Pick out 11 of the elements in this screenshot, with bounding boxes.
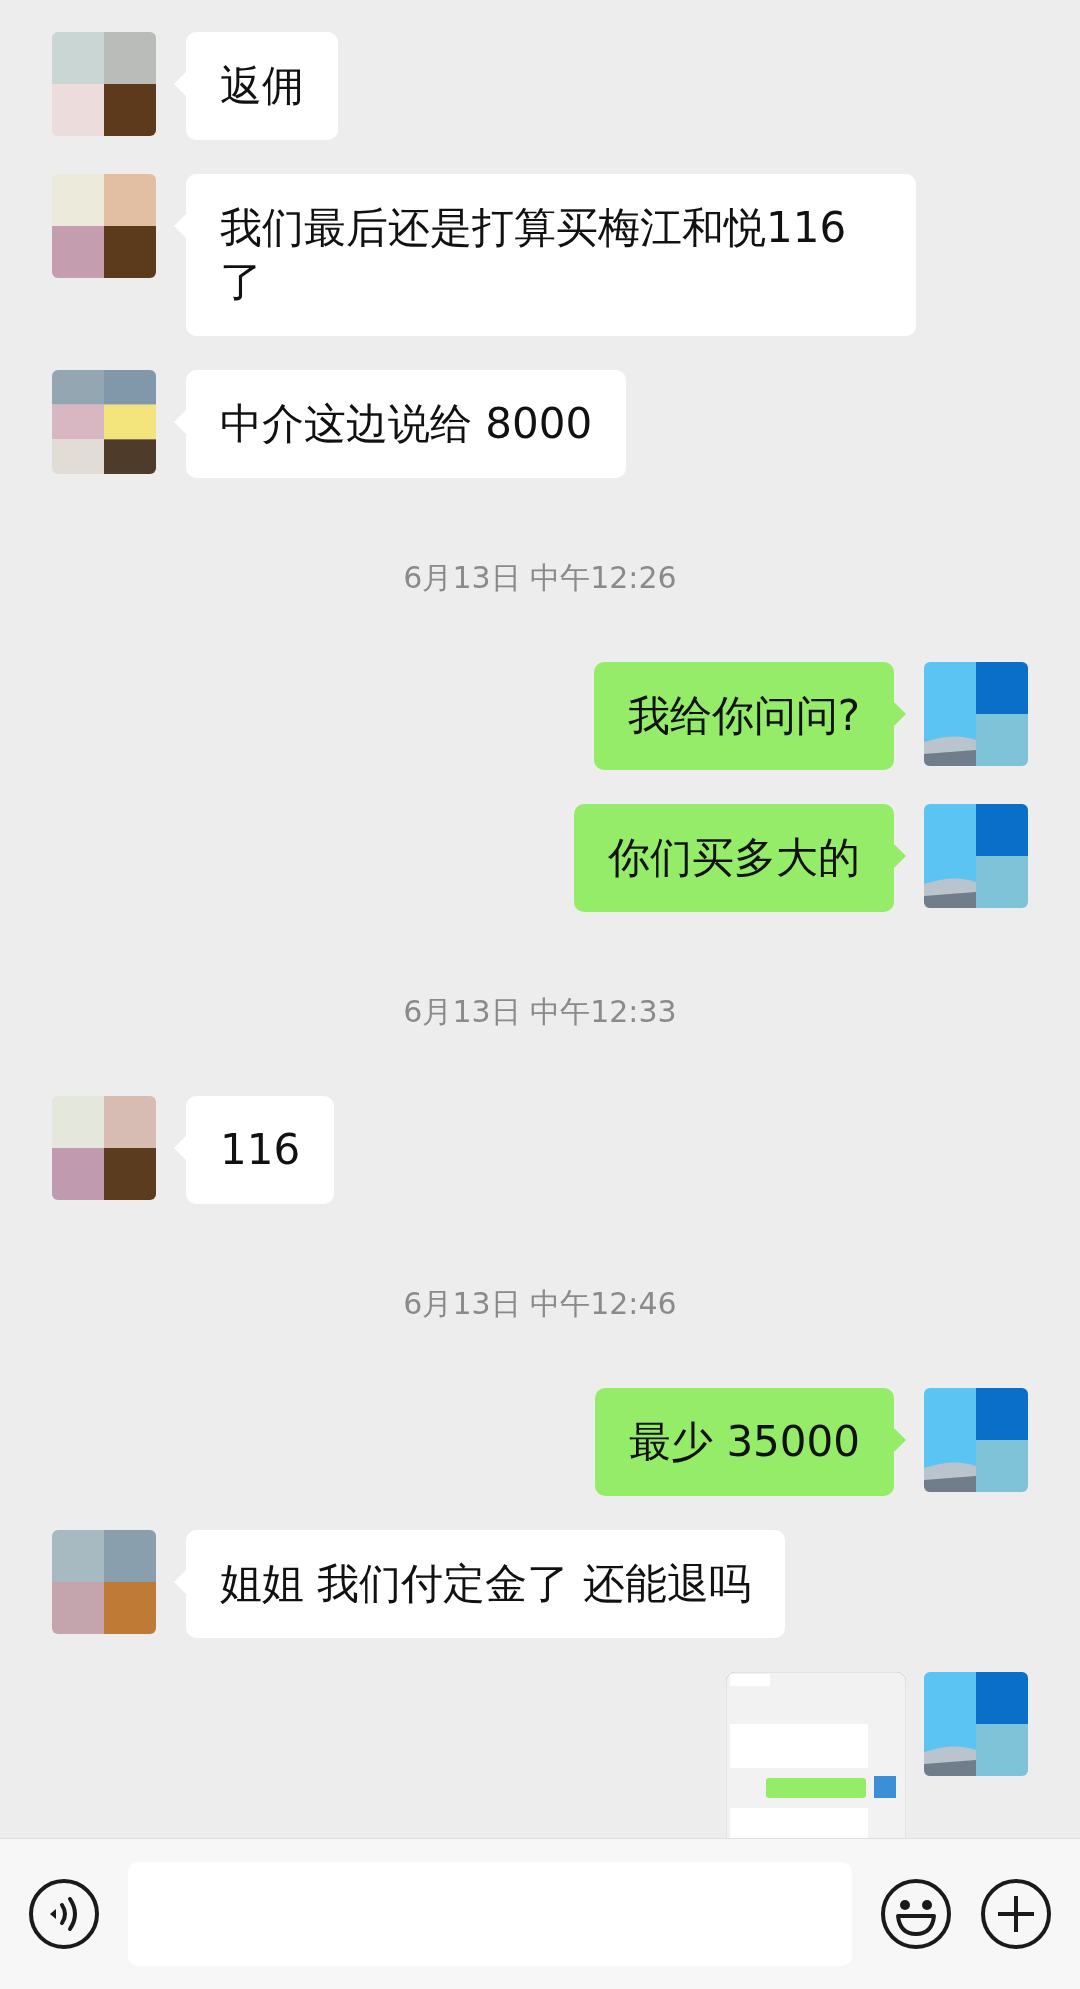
message-bubble: 最少 35000 bbox=[595, 1388, 894, 1496]
message-bubble: 116 bbox=[186, 1096, 335, 1204]
message-bubble: 姐姐 我们付定金了 还能退吗 bbox=[186, 1530, 785, 1638]
timestamp: 6月13日 中午12:46 bbox=[403, 1285, 677, 1323]
timestamp: 6月13日 中午12:33 bbox=[403, 993, 677, 1031]
message-bubble: 我给你问问? bbox=[593, 662, 894, 770]
message-bubble: 中介这边说给 8000 bbox=[186, 370, 627, 478]
message-bubble: 我们最后还是打算买梅江和悦116了 bbox=[186, 174, 916, 336]
message-bubble: 你们买多大的 bbox=[574, 804, 894, 912]
timestamp: 6月13日 中午12:26 bbox=[403, 559, 677, 597]
message-bubble: 返佣 bbox=[186, 32, 338, 140]
